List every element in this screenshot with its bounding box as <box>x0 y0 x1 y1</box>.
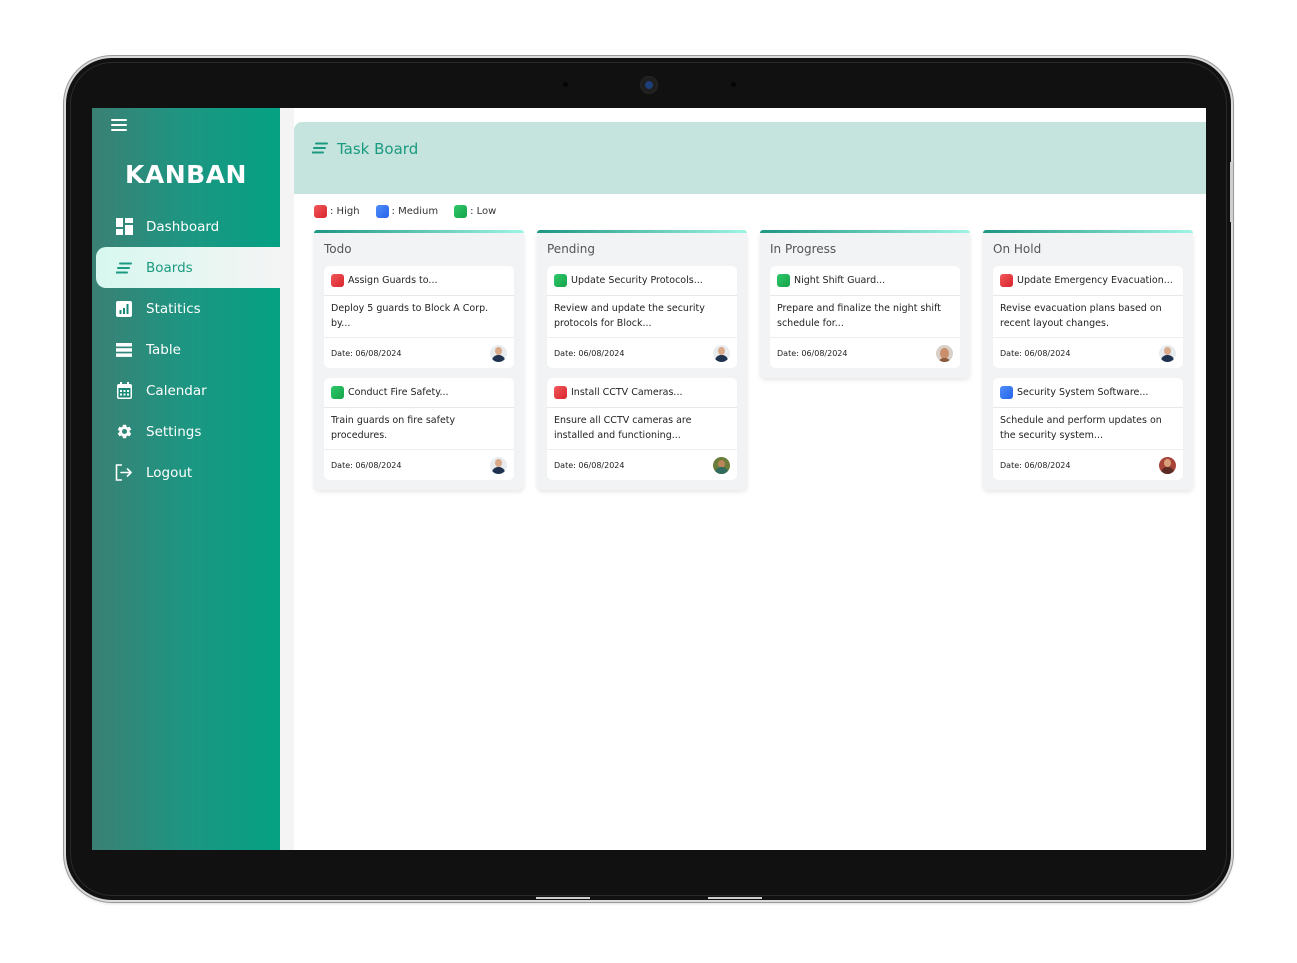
task-card[interactable]: Update Emergency Evacuation... Revise ev… <box>993 266 1183 368</box>
low-priority-indicator <box>554 274 567 287</box>
sidebar-item-table[interactable]: Table <box>92 329 280 370</box>
legend-item-low: : Low <box>454 205 496 218</box>
avatar[interactable] <box>713 456 730 474</box>
gear-icon <box>115 423 133 441</box>
column-title: On Hold <box>993 242 1042 256</box>
task-title: Update Emergency Evacuation... <box>1017 275 1173 286</box>
column-pending: Pending Update Security Protocols... Rev… <box>537 230 747 490</box>
sidebar-item-label: Statitics <box>146 300 201 317</box>
avatar[interactable] <box>490 456 507 474</box>
task-description: Ensure all CCTV cameras are installed an… <box>547 408 737 450</box>
avatar[interactable] <box>713 344 730 362</box>
page-header: Task Board <box>294 122 1206 194</box>
column-title: In Progress <box>770 242 837 256</box>
avatar[interactable] <box>1159 344 1176 362</box>
task-card[interactable]: Night Shift Guard... Prepare and finaliz… <box>770 266 960 368</box>
task-date: Date: 06/08/2024 <box>554 348 625 358</box>
column-in-progress: In Progress Night Shift Guard... Prepare… <box>760 230 970 378</box>
task-card[interactable]: Assign Guards to... Deploy 5 guards to B… <box>324 266 514 368</box>
task-description: Deploy 5 guards to Block A Corp. by... <box>324 296 514 338</box>
task-description: Review and update the security protocols… <box>547 296 737 338</box>
medium-priority-indicator <box>1000 386 1013 399</box>
task-description: Revise evacuation plans based on recent … <box>993 296 1183 338</box>
task-description: Prepare and finalize the night shift sch… <box>770 296 960 338</box>
sidebar-item-label: Settings <box>146 423 202 440</box>
sidebar-item-label: Table <box>146 341 181 358</box>
sidebar-nav: Dashboard Boards Statitics Table Calenda… <box>92 206 280 493</box>
task-title: Conduct Fire Safety... <box>348 387 449 398</box>
sensor-dot-left <box>563 82 568 87</box>
sidebar-item-label: Boards <box>146 259 193 276</box>
low-priority-indicator <box>777 274 790 287</box>
task-card[interactable]: Conduct Fire Safety... Train guards on f… <box>324 378 514 480</box>
task-title: Night Shift Guard... <box>794 275 886 286</box>
dashboard-icon <box>115 218 133 236</box>
sensor-dot-right <box>731 82 736 87</box>
task-title: Install CCTV Cameras... <box>571 387 683 398</box>
task-title: Security System Software... <box>1017 387 1149 398</box>
sidebar-item-settings[interactable]: Settings <box>92 411 280 452</box>
legend-item-medium: : Medium <box>375 205 439 218</box>
task-date: Date: 06/08/2024 <box>331 460 402 470</box>
kanban-board: Todo Assign Guards to... Deploy 5 guards… <box>314 230 1206 490</box>
legend-item-high: : High <box>314 205 360 218</box>
avatar[interactable] <box>936 344 953 362</box>
app-screen: KANBAN Dashboard Boards Statitics Table … <box>92 108 1206 850</box>
legend-label: : Low <box>470 206 497 217</box>
high-priority-indicator <box>331 274 344 287</box>
high-priority-swatch <box>314 205 327 218</box>
task-card[interactable]: Security System Software... Schedule and… <box>993 378 1183 480</box>
avatar[interactable] <box>1159 456 1176 474</box>
brand-logo: KANBAN <box>125 160 247 189</box>
hamburger-icon[interactable] <box>111 119 127 131</box>
legend-label: : High <box>330 206 360 217</box>
task-card[interactable]: Update Security Protocols... Review and … <box>547 266 737 368</box>
page-title-text: Task Board <box>337 140 419 158</box>
task-description: Schedule and perform updates on the secu… <box>993 408 1183 450</box>
task-card[interactable]: Install CCTV Cameras... Ensure all CCTV … <box>547 378 737 480</box>
volume-button <box>1230 162 1233 222</box>
task-title: Assign Guards to... <box>348 275 438 286</box>
low-priority-swatch <box>454 205 468 218</box>
sidebar-item-dashboard[interactable]: Dashboard <box>92 206 280 247</box>
medium-priority-swatch <box>375 205 389 218</box>
task-date: Date: 06/08/2024 <box>554 460 625 470</box>
bottom-button-right <box>708 897 762 899</box>
legend-label: : Medium <box>391 206 439 217</box>
boards-icon <box>311 140 328 158</box>
column-title: Todo <box>324 242 352 256</box>
calendar-icon <box>115 382 133 400</box>
sidebar-item-label: Dashboard <box>146 218 220 235</box>
task-date: Date: 06/08/2024 <box>1000 460 1071 470</box>
task-date: Date: 06/08/2024 <box>1000 348 1071 358</box>
low-priority-indicator <box>331 386 344 399</box>
page-title: Task Board <box>311 140 419 158</box>
task-description: Train guards on fire safety procedures. <box>324 408 514 450</box>
boards-icon <box>115 259 133 277</box>
column-title: Pending <box>547 242 595 256</box>
bottom-button-left <box>536 897 590 899</box>
column-on-hold: On Hold Update Emergency Evacuation... R… <box>983 230 1193 490</box>
high-priority-indicator <box>554 386 567 399</box>
main-gutter <box>280 108 294 850</box>
logout-icon <box>115 464 133 482</box>
sidebar-item-logout[interactable]: Logout <box>92 452 280 493</box>
column-todo: Todo Assign Guards to... Deploy 5 guards… <box>314 230 524 490</box>
sidebar-item-calendar[interactable]: Calendar <box>92 370 280 411</box>
sidebar-item-boards[interactable]: Boards <box>96 247 280 288</box>
high-priority-indicator <box>1000 274 1013 287</box>
sidebar: KANBAN Dashboard Boards Statitics Table … <box>92 108 280 850</box>
sidebar-item-label: Calendar <box>146 382 207 399</box>
front-camera <box>640 76 658 94</box>
priority-legend: : High : Medium : Low <box>314 205 512 218</box>
main-content: Task Board : High : Medium : Low Todo As… <box>280 108 1206 850</box>
task-date: Date: 06/08/2024 <box>331 348 402 358</box>
table-icon <box>115 341 133 359</box>
statistics-icon <box>115 300 133 318</box>
task-title: Update Security Protocols... <box>571 275 703 286</box>
sidebar-item-label: Logout <box>146 464 193 481</box>
task-date: Date: 06/08/2024 <box>777 348 848 358</box>
sidebar-item-statistics[interactable]: Statitics <box>92 288 280 329</box>
avatar[interactable] <box>490 344 507 362</box>
